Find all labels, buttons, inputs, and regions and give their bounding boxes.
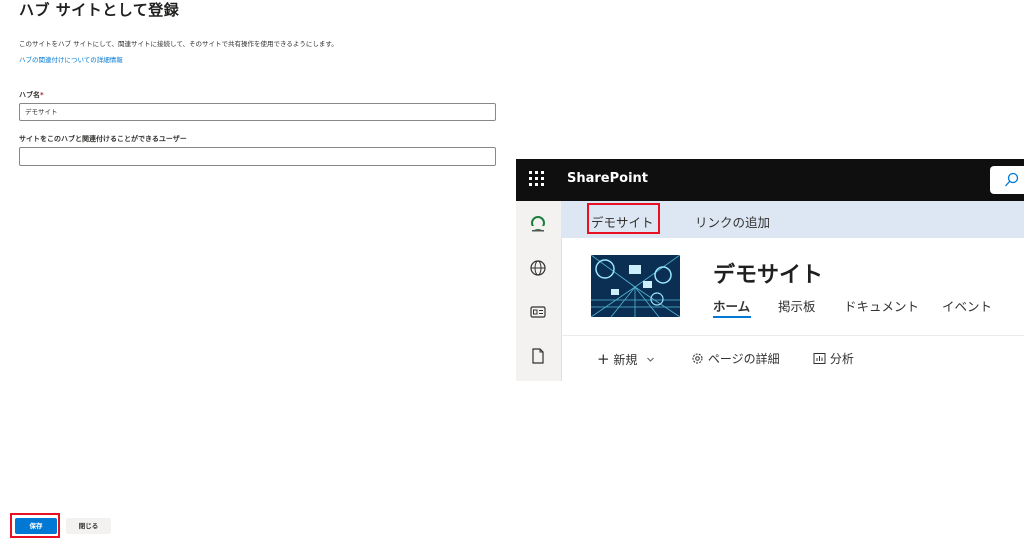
hub-nav-highlight-box [587,203,660,234]
panel-title: ハブ サイトとして登録 [19,1,180,19]
chevron-down-icon [647,357,655,362]
globe-icon[interactable] [529,259,547,277]
site-logo-icon[interactable] [529,215,547,233]
app-bar [516,201,562,381]
close-button[interactable]: 閉じる [66,518,111,534]
sharepoint-preview: SharePoint デモサイト リンクの追加 デモサイト ホーム 掲示板 ドキ… [516,159,1024,381]
plus-icon: + [597,350,610,368]
gear-icon [692,353,703,364]
search-box[interactable] [990,166,1024,194]
document-icon[interactable] [529,347,547,365]
new-button[interactable]: + 新規 [597,350,655,368]
search-icon [1005,172,1019,187]
news-icon[interactable] [529,303,547,321]
required-mark: * [40,91,44,99]
active-nav-underline [713,316,751,318]
site-title[interactable]: デモサイト [713,257,823,289]
suite-bar: SharePoint [516,159,1024,201]
site-nav-documents[interactable]: ドキュメント [844,296,919,315]
page-details-button[interactable]: ページの詳細 [691,350,780,367]
site-logo-image [591,255,680,317]
users-input[interactable] [19,147,496,166]
site-nav-home[interactable]: ホーム [713,296,750,315]
command-bar: + 新規 ページの詳細 分析 [561,335,1024,381]
analytics-button[interactable]: 分析 [813,350,854,367]
users-label: サイトをこのハブと関連付けることができるユーザー [19,135,187,143]
hub-name-input[interactable]: デモサイト [19,103,496,121]
site-nav-events[interactable]: イベント [942,296,992,315]
analytics-icon [813,353,826,364]
sharepoint-brand[interactable]: SharePoint [567,171,648,186]
app-launcher-icon[interactable] [529,171,545,187]
save-highlight-box [10,513,60,538]
hub-nav-add-link[interactable]: リンクの追加 [695,212,770,231]
panel-description: このサイトをハブ サイトにして、関連サイトに接続して、そのサイトで共有操作を使用… [19,40,338,48]
site-nav-board[interactable]: 掲示板 [778,296,816,315]
learn-more-link[interactable]: ハブの関連付けについての詳細情報 [19,54,123,64]
hub-name-label: ハブ名* [19,91,44,99]
